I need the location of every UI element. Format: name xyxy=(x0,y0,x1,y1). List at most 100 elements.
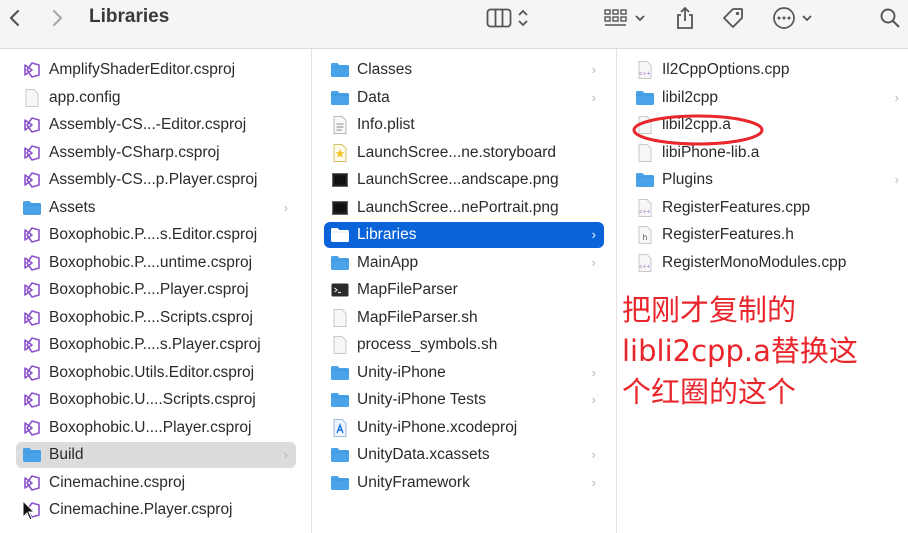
tag-icon[interactable] xyxy=(719,0,747,36)
list-item[interactable]: AmplifyShaderEditor.csproj xyxy=(22,57,296,83)
list-item[interactable]: LaunchScree...ne.storyboard xyxy=(330,140,604,166)
search-icon[interactable] xyxy=(876,0,904,36)
list-item[interactable]: LaunchScree...andscape.png xyxy=(330,167,604,193)
list-item[interactable]: process_symbols.sh xyxy=(330,332,604,358)
list-item[interactable]: Assembly-CS...-Editor.csproj xyxy=(22,112,296,138)
file-icon xyxy=(330,335,350,355)
list-item[interactable]: Cinemachine.csproj xyxy=(22,470,296,496)
mouse-pointer-icon xyxy=(22,500,36,521)
dropdown-chevron-icon[interactable] xyxy=(799,0,815,36)
csproj-icon xyxy=(22,115,42,135)
item-label: Cinemachine.csproj xyxy=(49,473,186,491)
list-item[interactable]: Assets › xyxy=(22,195,296,221)
list-item[interactable]: Assembly-CS...p.Player.csproj xyxy=(22,167,296,193)
chevron-right-icon: › xyxy=(591,254,596,270)
item-label: Assembly-CS...p.Player.csproj xyxy=(49,171,258,188)
list-item[interactable]: Boxophobic.Utils.Editor.csproj xyxy=(22,360,296,386)
back-chevron-icon[interactable] xyxy=(2,0,28,36)
csproj-icon xyxy=(22,363,42,383)
list-item[interactable]: Unity-iPhone › xyxy=(330,360,604,386)
list-item[interactable]: Classes › xyxy=(330,57,604,83)
item-label: process_symbols.sh xyxy=(357,336,498,353)
item-label: RegisterFeatures.h xyxy=(662,226,794,243)
item-label: app.config xyxy=(49,88,121,106)
list-item[interactable]: UnityFramework › xyxy=(330,470,604,496)
list-item[interactable]: c++ RegisterMonoModules.cpp xyxy=(635,250,907,276)
annotation-line: 把刚才复制的 xyxy=(622,293,797,327)
item-label: Assets xyxy=(49,198,96,216)
folder-icon xyxy=(330,225,350,245)
item-label: Il2CppOptions.cpp xyxy=(662,61,790,78)
item-label: RegisterFeatures.cpp xyxy=(662,198,811,216)
csproj-icon xyxy=(22,473,42,493)
list-item[interactable]: Boxophobic.P....Scripts.csproj xyxy=(22,305,296,331)
list-item[interactable]: Plugins › xyxy=(635,167,907,193)
list-item[interactable]: Boxophobic.P....untime.csproj xyxy=(22,250,296,276)
list-item[interactable]: h RegisterFeatures.h xyxy=(635,222,907,248)
annotation-line: 个红圈的这个 xyxy=(622,375,797,409)
storyboard-icon xyxy=(330,143,350,163)
folder-icon xyxy=(330,363,350,383)
window-title: Libraries xyxy=(89,6,170,27)
item-label: AmplifyShaderEditor.csproj xyxy=(49,61,236,78)
share-icon[interactable] xyxy=(672,0,698,36)
image-icon xyxy=(330,170,350,190)
item-label: Boxophobic.P....Player.csproj xyxy=(49,281,249,298)
item-label: Assembly-CS...-Editor.csproj xyxy=(49,116,247,133)
list-item[interactable]: Boxophobic.P....s.Editor.csproj xyxy=(22,222,296,248)
svg-text:c++: c++ xyxy=(639,71,650,77)
column-view-icon[interactable] xyxy=(484,0,514,36)
folder-icon xyxy=(330,390,350,410)
plist-icon xyxy=(330,115,350,135)
forward-chevron-icon[interactable] xyxy=(44,0,70,36)
list-item[interactable]: Boxophobic.P....Player.csproj xyxy=(22,277,296,303)
finder-column-build-folder[interactable]: Classes › Data › Info.plist LaunchScree...ne.… xyxy=(311,49,616,533)
list-item[interactable]: Unity-iPhone.xcodeproj xyxy=(330,415,604,441)
item-label: UnityFramework xyxy=(357,473,470,491)
list-item[interactable]: c++ RegisterFeatures.cpp xyxy=(635,195,907,221)
item-label: Info.plist xyxy=(357,116,415,133)
list-item[interactable]: Assembly-CSharp.csproj xyxy=(22,140,296,166)
item-label: MapFileParser xyxy=(357,281,458,298)
cpp-icon: c++ xyxy=(635,198,655,218)
list-item[interactable]: c++ Il2CppOptions.cpp xyxy=(635,57,907,83)
list-item[interactable]: Cinemachine.Player.csproj xyxy=(22,497,296,523)
xcodeproj-icon xyxy=(330,418,350,438)
folder-icon xyxy=(635,170,655,190)
folder-icon xyxy=(330,253,350,273)
folder-icon xyxy=(330,88,350,108)
list-item[interactable]: MapFileParser.sh xyxy=(330,305,604,331)
list-item[interactable]: Boxophobic.U....Scripts.csproj xyxy=(22,387,296,413)
item-label: UnityData.xcassets xyxy=(357,446,490,463)
sort-chevrons-icon[interactable] xyxy=(515,0,531,36)
annotation-line: libli2cpp.a替换这 xyxy=(622,334,858,368)
header-icon: h xyxy=(635,225,655,245)
list-item[interactable]: Data › xyxy=(330,85,604,111)
dropdown-chevron-icon[interactable] xyxy=(632,0,648,36)
cpp-icon: c++ xyxy=(635,253,655,273)
item-label: Classes xyxy=(357,61,413,78)
chevron-right-icon: › xyxy=(591,62,596,77)
chevron-right-icon: › xyxy=(591,227,596,242)
list-item[interactable]: LaunchScree...nePortrait.png xyxy=(330,195,604,221)
list-item[interactable]: Libraries › xyxy=(324,222,604,248)
list-item[interactable]: Unity-iPhone Tests › xyxy=(330,387,604,413)
list-item[interactable]: Info.plist xyxy=(330,112,604,138)
image-icon xyxy=(330,198,350,218)
list-item[interactable]: libil2cpp › xyxy=(635,85,907,111)
list-item[interactable]: MapFileParser xyxy=(330,277,604,303)
item-label: LaunchScree...ne.storyboard xyxy=(357,143,557,161)
list-item[interactable]: Boxophobic.U....Player.csproj xyxy=(22,415,296,441)
list-item[interactable]: Build › xyxy=(16,442,296,468)
grid-view-icon[interactable] xyxy=(602,0,630,36)
list-item[interactable]: MainApp › xyxy=(330,250,604,276)
item-label: Unity-iPhone xyxy=(357,363,446,381)
list-item[interactable]: Boxophobic.P....s.Player.csproj xyxy=(22,332,296,358)
folder-icon xyxy=(330,473,350,493)
item-label: Cinemachine.Player.csproj xyxy=(49,501,233,518)
terminal-icon xyxy=(330,280,350,300)
more-icon[interactable] xyxy=(770,0,798,36)
finder-column-build-contents[interactable]: AmplifyShaderEditor.csproj app.config Asse… xyxy=(0,49,310,533)
list-item[interactable]: app.config xyxy=(22,85,296,111)
list-item[interactable]: UnityData.xcassets › xyxy=(330,442,604,468)
